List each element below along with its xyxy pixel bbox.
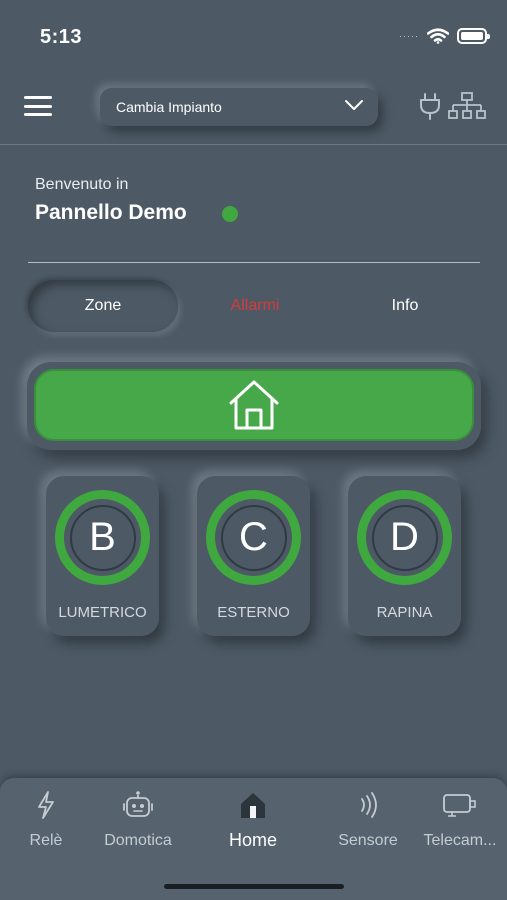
zone-status-ring: B	[55, 490, 150, 585]
tab-info[interactable]: Info	[330, 280, 480, 332]
zone-letter: D	[371, 504, 438, 571]
robot-icon	[123, 791, 153, 817]
wifi-icon	[427, 28, 449, 44]
cellular-signal-icon: ·····	[399, 31, 419, 41]
header-divider	[0, 144, 507, 145]
nav-label: Domotica	[104, 832, 172, 849]
zone-label: RAPINA	[376, 604, 433, 621]
nav-label: Home	[228, 830, 277, 850]
home-icon	[229, 380, 279, 430]
home-icon	[241, 793, 265, 818]
nav-home[interactable]: Home	[203, 788, 303, 858]
welcome-text: Benvenuto in	[35, 176, 129, 193]
zone-label: LUMETRICO	[58, 604, 147, 621]
nav-sensore[interactable]: Sensore	[318, 788, 418, 858]
connection-status-dot	[222, 206, 238, 222]
sensor-wave-icon	[361, 792, 377, 818]
network-icon[interactable]	[448, 92, 486, 120]
plant-select-dropdown[interactable]: Cambia Impianto	[100, 88, 378, 126]
lightning-icon	[38, 791, 54, 819]
zone-status-ring: D	[357, 490, 452, 585]
hamburger-menu-icon[interactable]	[24, 96, 52, 116]
battery-icon	[457, 28, 490, 44]
nav-label: Sensore	[338, 832, 398, 849]
zone-card-b[interactable]: B LUMETRICO	[46, 476, 159, 636]
zone-letter: B	[69, 504, 136, 571]
nav-label: Telecam...	[423, 832, 497, 849]
camera-icon	[443, 794, 476, 817]
status-icons: ·····	[399, 28, 490, 44]
plant-select-value: Cambia Impianto	[116, 99, 222, 115]
bottom-tab-bar: Relè Domotica Home Sensore Telecam...	[0, 778, 507, 900]
nav-label: Relè	[29, 832, 63, 849]
nav-domotica[interactable]: Domotica	[88, 788, 188, 858]
status-time: 5:13	[40, 26, 83, 48]
panel-name: Pannello Demo	[35, 201, 187, 224]
app-header: Cambia Impianto	[0, 70, 507, 145]
section-divider	[28, 262, 480, 263]
home-indicator	[164, 884, 344, 889]
zone-status-ring: C	[206, 490, 301, 585]
tab-zone[interactable]: Zone	[28, 280, 178, 332]
zone-card-c[interactable]: C ESTERNO	[197, 476, 310, 636]
status-bar: 5:13 ·····	[0, 0, 507, 70]
zone-letter: C	[220, 504, 287, 571]
home-arm-button[interactable]	[34, 369, 474, 441]
zone-card-d[interactable]: D RAPINA	[348, 476, 461, 636]
plug-icon[interactable]	[418, 92, 442, 120]
zone-label: ESTERNO	[217, 604, 290, 621]
nav-rele[interactable]: Relè	[0, 788, 96, 858]
tab-allarmi[interactable]: Allarmi	[180, 280, 330, 332]
nav-telecamere[interactable]: Telecam...	[410, 788, 507, 858]
chevron-down-icon	[345, 100, 363, 110]
